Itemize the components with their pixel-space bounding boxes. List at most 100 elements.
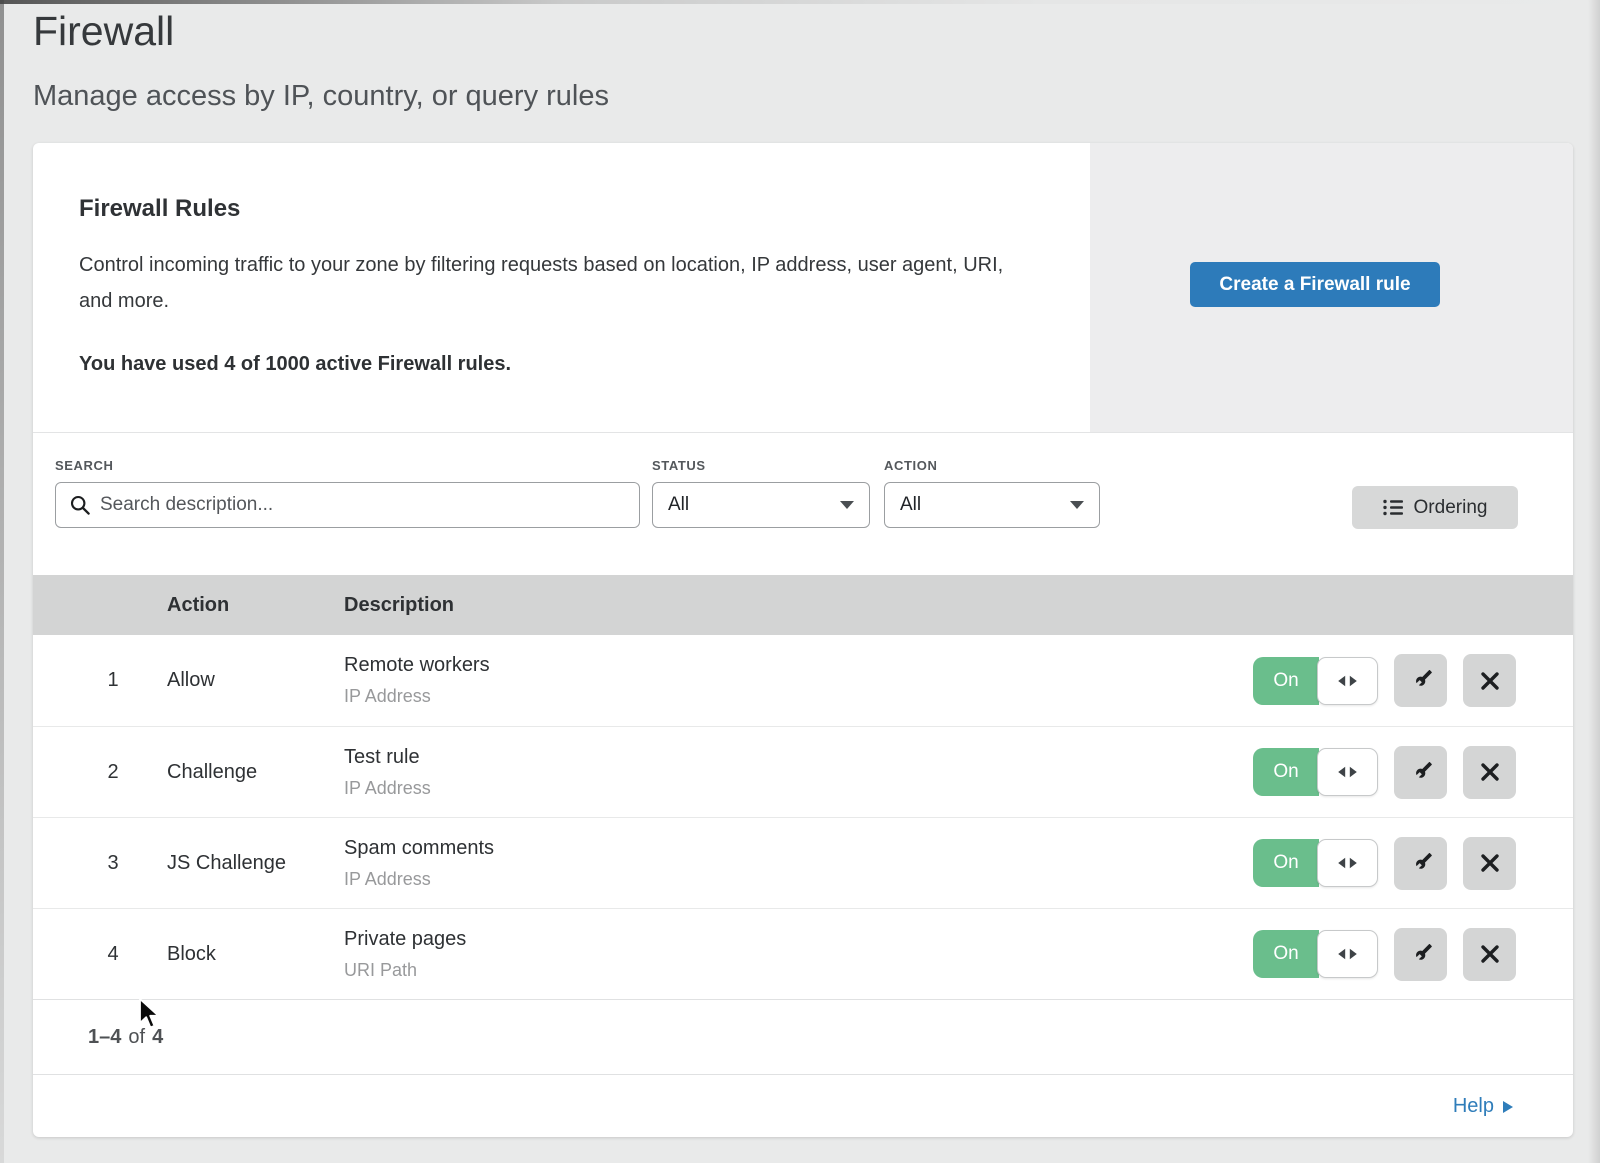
- column-description: Description: [344, 594, 1573, 617]
- page-title: Firewall: [33, 8, 174, 55]
- action-value: All: [900, 494, 921, 516]
- rule-priority: 1: [93, 669, 133, 692]
- search-label: SEARCH: [55, 458, 640, 473]
- window-edge-right: [1588, 0, 1600, 1163]
- overview-usage: You have used 4 of 1000 active Firewall …: [79, 353, 1053, 376]
- close-icon: [1478, 760, 1502, 784]
- toggle-arrows-icon: [1337, 857, 1358, 869]
- rule-priority: 4: [93, 943, 133, 966]
- ordering-button[interactable]: Ordering: [1352, 486, 1518, 529]
- toggle-on-segment: On: [1253, 930, 1319, 978]
- rule-action: Challenge: [133, 761, 344, 784]
- table-row: 1 Allow Remote workers IP Address On: [33, 635, 1573, 726]
- window-edge-left: [0, 0, 4, 1163]
- status-value: All: [668, 494, 689, 516]
- rule-toggle[interactable]: On: [1253, 930, 1378, 978]
- rule-description-cell: Spam comments IP Address: [344, 837, 1253, 890]
- toggle-on-segment: On: [1253, 839, 1319, 887]
- table-row: 2 Challenge Test rule IP Address On: [33, 726, 1573, 817]
- action-label: ACTION: [884, 458, 1100, 473]
- rule-description: Spam comments: [344, 837, 1253, 860]
- close-icon: [1478, 669, 1502, 693]
- pagination-range: 1–4: [88, 1026, 121, 1049]
- edit-rule-button[interactable]: [1394, 654, 1447, 707]
- edit-rule-button[interactable]: [1394, 746, 1447, 799]
- table-row: 3 JS Challenge Spam comments IP Address …: [33, 817, 1573, 908]
- ordering-list-icon: [1383, 499, 1403, 516]
- rule-match-type: IP Address: [344, 869, 1253, 890]
- toggle-arrows-icon: [1337, 675, 1358, 687]
- rule-match-type: IP Address: [344, 778, 1253, 799]
- rule-controls: On: [1253, 928, 1573, 981]
- help-row: Help: [33, 1074, 1573, 1137]
- pagination: 1–4 of 4: [33, 999, 1573, 1074]
- toggle-knob: [1317, 930, 1378, 978]
- action-filter: ACTION All: [884, 458, 1100, 528]
- action-select[interactable]: All: [884, 482, 1100, 528]
- help-arrow-icon: [1503, 1101, 1513, 1113]
- page-subtitle: Manage access by IP, country, or query r…: [33, 80, 609, 113]
- delete-rule-button[interactable]: [1463, 928, 1516, 981]
- create-firewall-rule-button[interactable]: Create a Firewall rule: [1190, 262, 1440, 307]
- search-filter: SEARCH: [55, 458, 640, 528]
- overview-description: Control incoming traffic to your zone by…: [79, 247, 1024, 319]
- filters-section: SEARCH STATUS All ACTION All: [33, 433, 1573, 575]
- overview-heading: Firewall Rules: [79, 195, 1053, 223]
- rule-controls: On: [1253, 746, 1573, 799]
- create-rule-panel: Create a Firewall rule: [1090, 143, 1573, 432]
- rule-action: JS Challenge: [133, 852, 344, 875]
- rule-priority: 3: [93, 852, 133, 875]
- pagination-total: 4: [152, 1026, 163, 1049]
- toggle-knob: [1317, 748, 1378, 796]
- table-header-row: Action Description: [33, 575, 1573, 635]
- rule-action: Block: [133, 943, 344, 966]
- rule-toggle[interactable]: On: [1253, 839, 1378, 887]
- toggle-knob: [1317, 839, 1378, 887]
- rule-match-type: URI Path: [344, 960, 1253, 981]
- chevron-down-icon: [840, 501, 854, 509]
- rule-description-cell: Remote workers IP Address: [344, 654, 1253, 707]
- chevron-down-icon: [1070, 501, 1084, 509]
- window-edge-top: [0, 0, 1600, 4]
- rule-description-cell: Test rule IP Address: [344, 746, 1253, 799]
- status-label: STATUS: [652, 458, 870, 473]
- rule-toggle[interactable]: On: [1253, 657, 1378, 705]
- rule-description: Private pages: [344, 928, 1253, 951]
- rule-controls: On: [1253, 654, 1573, 707]
- delete-rule-button[interactable]: [1463, 746, 1516, 799]
- overview-text-block: Firewall Rules Control incoming traffic …: [33, 143, 1053, 376]
- rule-description: Test rule: [344, 746, 1253, 769]
- rule-match-type: IP Address: [344, 686, 1253, 707]
- edit-rule-button[interactable]: [1394, 928, 1447, 981]
- rule-controls: On: [1253, 837, 1573, 890]
- rules-list: 1 Allow Remote workers IP Address On: [33, 635, 1573, 999]
- ordering-label: Ordering: [1414, 497, 1488, 519]
- toggle-on-segment: On: [1253, 748, 1319, 796]
- rule-description: Remote workers: [344, 654, 1253, 677]
- delete-rule-button[interactable]: [1463, 654, 1516, 707]
- help-link[interactable]: Help: [1453, 1095, 1513, 1118]
- delete-rule-button[interactable]: [1463, 837, 1516, 890]
- toggle-on-segment: On: [1253, 657, 1319, 705]
- status-select[interactable]: All: [652, 482, 870, 528]
- wrench-icon: [1408, 668, 1433, 693]
- rule-toggle[interactable]: On: [1253, 748, 1378, 796]
- status-filter: STATUS All: [652, 458, 870, 528]
- overview-section: Firewall Rules Control incoming traffic …: [33, 143, 1573, 433]
- wrench-icon: [1408, 851, 1433, 876]
- edit-rule-button[interactable]: [1394, 837, 1447, 890]
- rule-priority: 2: [93, 761, 133, 784]
- column-action: Action: [133, 594, 344, 617]
- toggle-knob: [1317, 657, 1378, 705]
- search-box: [55, 482, 640, 528]
- toggle-arrows-icon: [1337, 948, 1358, 960]
- pagination-of: of: [128, 1026, 145, 1049]
- main-card: Firewall Rules Control incoming traffic …: [33, 143, 1573, 1137]
- toggle-arrows-icon: [1337, 766, 1358, 778]
- close-icon: [1478, 942, 1502, 966]
- close-icon: [1478, 851, 1502, 875]
- wrench-icon: [1408, 942, 1433, 967]
- table-row: 4 Block Private pages URI Path On: [33, 908, 1573, 999]
- rule-description-cell: Private pages URI Path: [344, 928, 1253, 981]
- search-input[interactable]: [55, 482, 640, 528]
